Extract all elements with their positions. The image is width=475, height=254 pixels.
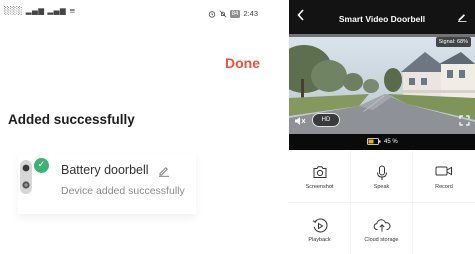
action-label: Speak (373, 184, 390, 190)
speak-action[interactable]: Speak (351, 150, 412, 202)
action-label: Screenshot (305, 184, 334, 190)
screenshot-action[interactable]: Screenshot (289, 150, 350, 202)
battery-percent: 45 % (384, 138, 398, 145)
success-check-icon: ✓ (34, 158, 49, 173)
battery-indicator: 84 (229, 9, 241, 18)
edit-icon[interactable] (457, 12, 467, 22)
status-bar-icons: ░░░ ▂▄▆ ▂▄▆ ≡ (4, 6, 76, 15)
device-title: Smart Video Doorbell (338, 14, 426, 24)
battery-level: 45 % (367, 138, 398, 145)
empty-action-slot (413, 203, 475, 254)
rename-pencil-icon[interactable] (158, 165, 170, 177)
action-grid: Screenshot Speak Record Playback Cloud s… (289, 150, 475, 254)
top-bar: Smart Video Doorbell (289, 0, 475, 34)
signal-strength-badge: Signal: 68% (435, 37, 471, 47)
fullscreen-icon[interactable] (459, 115, 470, 126)
done-button[interactable]: Done (225, 55, 260, 71)
action-label: Cloud storage (364, 237, 399, 243)
alarm-icon (208, 10, 215, 18)
quality-toggle-button[interactable]: HD (312, 113, 340, 127)
video-camera-icon (435, 166, 452, 176)
device-added-screen: ░░░ ▂▄▆ ▂▄▆ ≡ 84 2:43 Done Added success… (0, 0, 280, 254)
battery-icon (367, 138, 381, 145)
doorbell-live-screen: Smart Video Doorbell Signal: 68% HD 45 %… (289, 0, 475, 254)
speaker-mute-icon[interactable] (294, 116, 306, 126)
device-name: Battery doorbell (61, 163, 170, 177)
mute-notification-icon (219, 10, 227, 17)
playback-action[interactable]: Playback (289, 203, 350, 254)
battery-status-bar: 45 % (289, 134, 475, 150)
microphone-icon (376, 165, 387, 180)
live-video-feed[interactable]: Signal: 68% HD (289, 34, 475, 134)
clock: 2:43 (243, 9, 258, 18)
action-label: Playback (308, 237, 331, 243)
page-title: Added successfully (8, 112, 135, 127)
cloud-storage-action[interactable]: Cloud storage (351, 203, 412, 254)
playback-icon (312, 218, 328, 233)
record-action[interactable]: Record (413, 150, 475, 202)
action-label: Record (435, 184, 453, 190)
cloud-upload-icon (373, 219, 390, 232)
device-card[interactable]: ✓ Battery doorbell Device added successf… (18, 154, 196, 214)
status-bar: ░░░ ▂▄▆ ▂▄▆ ≡ 84 2:43 (0, 0, 280, 26)
status-bar-right: 84 2:43 (208, 9, 258, 18)
camera-icon (313, 166, 326, 178)
device-status: Device added successfully (61, 185, 185, 197)
doorbell-device-icon (20, 160, 32, 194)
device-name-label: Battery doorbell (61, 163, 149, 177)
